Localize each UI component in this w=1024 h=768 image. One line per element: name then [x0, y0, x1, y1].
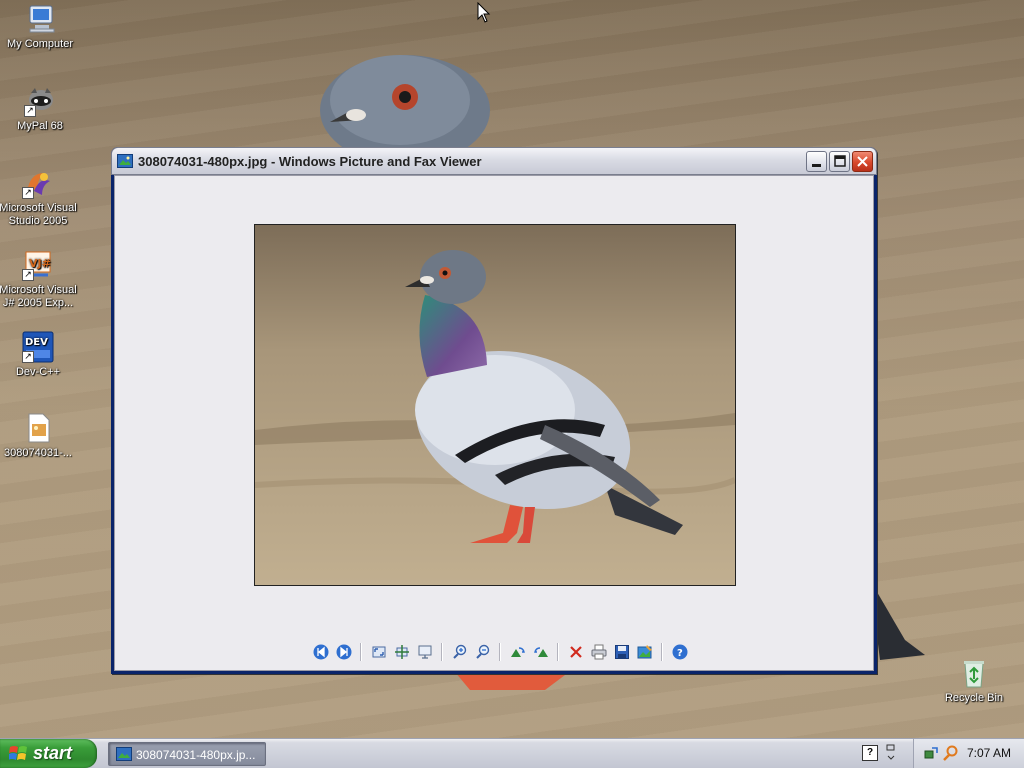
language-bar-help-icon[interactable]: ? — [862, 745, 878, 761]
taskbar-window-label: 308074031-480px.jp... — [136, 748, 256, 762]
desktop-icon-my-computer[interactable]: My Computer — [0, 3, 80, 51]
best-fit-icon — [372, 646, 385, 658]
taskbar-window-button[interactable]: 308074031-480px.jp... — [108, 742, 266, 766]
visual-studio-icon: ↗ — [22, 167, 54, 199]
print-button[interactable] — [588, 641, 610, 663]
shortcut-arrow-icon: ↗ — [24, 105, 36, 117]
picture-viewer-app-icon — [116, 747, 132, 761]
rotate-counterclockwise-button[interactable] — [530, 641, 552, 663]
desktop-icon-visual-studio[interactable]: ↗ Microsoft Visual Studio 2005 — [0, 167, 78, 228]
slide-show-icon — [418, 645, 431, 659]
clock[interactable]: 7:07 AM — [967, 746, 1011, 760]
start-button[interactable]: start — [0, 739, 97, 768]
desktop-icon-visual-jsharp[interactable]: VJ# ↗ Microsoft Visual J# 2005 Exp... — [0, 249, 78, 310]
zoom-out-icon — [475, 644, 489, 659]
desktop-icon-label: My Computer — [6, 38, 74, 50]
viewer-client-area: ? — [114, 175, 874, 671]
system-tray: 7:07 AM — [913, 739, 1024, 768]
previous-image-icon — [313, 644, 328, 660]
language-bar-options-icon[interactable] — [886, 744, 896, 762]
desktop-icon-label: Dev-C++ — [15, 366, 61, 378]
rotate-counterclockwise-icon — [533, 647, 548, 657]
window-title: 308074031-480px.jpg - Windows Picture an… — [138, 154, 482, 169]
desktop-icon-label: 308074031-... — [4, 447, 72, 459]
desktop-icon-label: Recycle Bin — [944, 692, 1004, 704]
desktop-icon-mypal[interactable]: ↗ MyPal 68 — [0, 85, 80, 133]
actual-size-icon — [394, 645, 409, 659]
help-icon: ? — [672, 644, 687, 660]
delete-icon — [569, 646, 582, 658]
displayed-photo — [254, 224, 736, 586]
network-tray-icon[interactable] — [923, 745, 939, 761]
zoom-out-button[interactable] — [472, 641, 494, 663]
toolbar-separator — [661, 643, 663, 661]
minimize-button[interactable] — [806, 151, 827, 172]
slide-show-button[interactable] — [414, 641, 436, 663]
shortcut-arrow-icon: ↗ — [22, 269, 34, 281]
previous-image-button[interactable] — [310, 641, 332, 663]
shortcut-arrow-icon: ↗ — [22, 187, 34, 199]
title-bar[interactable]: 308074031-480px.jpg - Windows Picture an… — [111, 147, 877, 175]
toolbar-separator — [441, 643, 443, 661]
zoom-in-button[interactable] — [449, 641, 471, 663]
best-fit-button[interactable] — [368, 641, 390, 663]
toolbar-separator — [557, 643, 559, 661]
save-button[interactable] — [611, 641, 633, 663]
taskbar: start 308074031-480px.jp... ? 7:07 AM — [0, 738, 1024, 768]
desktop-icon-dev-cpp[interactable]: DEV ↗ Dev-C++ — [0, 331, 78, 379]
save-icon — [614, 645, 629, 659]
actual-size-button[interactable] — [391, 641, 413, 663]
recycle-bin-icon — [958, 657, 990, 689]
help-button[interactable]: ? — [669, 641, 691, 663]
start-label: start — [33, 743, 73, 763]
close-icon — [857, 156, 868, 167]
jpg-file-icon — [22, 412, 54, 444]
visual-jsharp-icon: VJ# ↗ — [22, 249, 54, 281]
delete-button[interactable] — [565, 641, 587, 663]
mouse-cursor-icon — [477, 2, 491, 23]
minimize-icon — [812, 164, 821, 167]
shortcut-arrow-icon: ↗ — [22, 351, 34, 363]
toolbar-separator — [360, 643, 362, 661]
edit-image-button[interactable] — [634, 641, 656, 663]
dev-cpp-icon: DEV ↗ — [22, 331, 54, 363]
computer-icon — [24, 3, 56, 35]
desktop-icon-recycle-bin[interactable]: Recycle Bin — [934, 657, 1014, 705]
desktop-icon-jpg-file[interactable]: 308074031-... — [0, 412, 78, 460]
search-tray-icon[interactable] — [943, 745, 959, 761]
next-image-icon — [336, 644, 351, 660]
next-image-button[interactable] — [333, 641, 355, 663]
svg-text:DEV: DEV — [25, 337, 48, 348]
pigeon-photo — [255, 225, 735, 585]
rotate-clockwise-button[interactable] — [507, 641, 529, 663]
toolbar-separator — [499, 643, 501, 661]
desktop-icon-label: Microsoft Visual Studio 2005 — [0, 202, 77, 227]
maximize-button[interactable] — [829, 151, 850, 172]
picture-viewer-window: 308074031-480px.jpg - Windows Picture an… — [111, 147, 877, 674]
zoom-in-icon — [452, 644, 466, 659]
maximize-icon — [834, 155, 846, 167]
rotate-clockwise-icon — [510, 647, 525, 657]
desktop-icon-label: Microsoft Visual J# 2005 Exp... — [0, 284, 77, 309]
print-icon — [591, 644, 606, 660]
svg-text:?: ? — [677, 648, 683, 659]
desktop-icon-label: MyPal 68 — [17, 120, 63, 132]
edit-image-icon — [637, 645, 652, 659]
windows-logo-icon — [9, 746, 27, 760]
viewer-toolbar: ? — [309, 641, 691, 663]
close-button[interactable] — [852, 151, 873, 172]
picture-viewer-app-icon — [117, 154, 133, 168]
mypal-raccoon-icon: ↗ — [24, 85, 56, 117]
